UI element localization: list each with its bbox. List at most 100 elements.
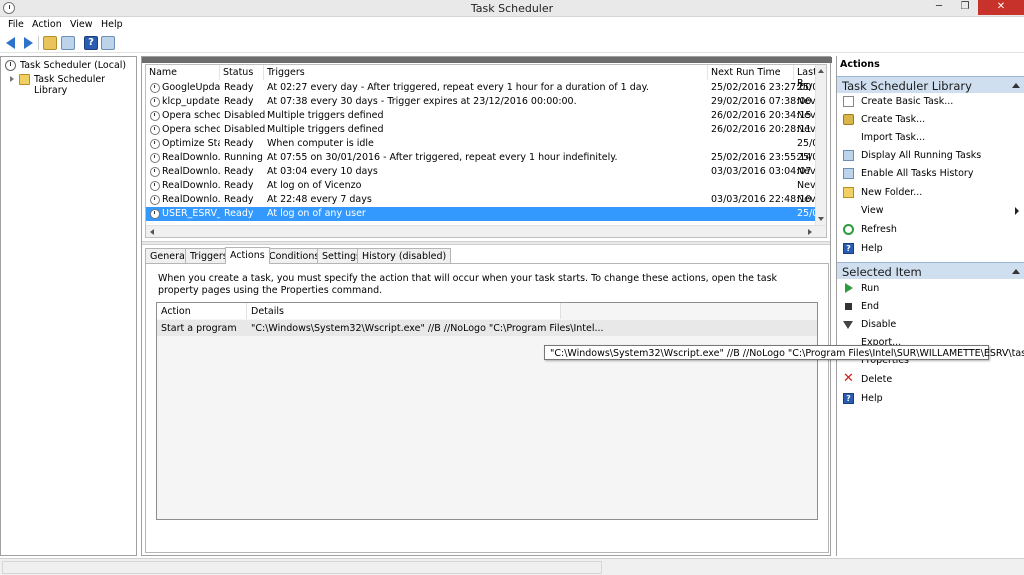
library-section-header[interactable]: Task Scheduler Library: [837, 76, 1024, 93]
task-icon: [843, 114, 854, 125]
expand-icon[interactable]: [10, 76, 14, 82]
table-row-selected[interactable]: USER_ESRV_... Ready At log on of any use…: [146, 207, 816, 221]
menu-bar: File Action View Help: [0, 17, 1024, 33]
new-folder-action[interactable]: New Folder...: [837, 185, 1024, 201]
enable-tasks-history-action[interactable]: Enable All Tasks History: [837, 166, 1024, 182]
column-name[interactable]: Name: [146, 65, 220, 80]
menu-file[interactable]: File: [8, 19, 24, 30]
folder-icon: [19, 74, 30, 85]
tab-actions[interactable]: Actions: [225, 247, 270, 264]
section-title: Selected Item: [842, 265, 922, 279]
create-basic-task-action[interactable]: Create Basic Task...: [837, 94, 1024, 110]
import-task-action[interactable]: Import Task...: [837, 130, 1024, 146]
column-details[interactable]: Details: [247, 303, 561, 319]
center-pane: Name Status Triggers Next Run Time Last …: [141, 56, 832, 556]
collapse-icon[interactable]: [1012, 83, 1020, 88]
table-row[interactable]: Opera sched... Disabled Multiple trigger…: [146, 109, 816, 123]
running-tasks-icon: [843, 150, 854, 161]
help-button[interactable]: ?: [84, 36, 98, 50]
task-clock-icon: [150, 181, 160, 191]
column-next-run[interactable]: Next Run Time: [708, 65, 794, 80]
table-row[interactable]: RealDownlo... Running At 07:55 on 30/01/…: [146, 151, 816, 165]
maximize-button[interactable]: ❐: [952, 0, 978, 15]
task-trigger: At 07:55 on 30/01/2016 - After triggered…: [267, 152, 618, 163]
table-row[interactable]: GoogleUpda... Ready At 02:27 every day -…: [146, 81, 816, 95]
task-status: Disabled: [224, 124, 266, 135]
show-hide-tree-button[interactable]: [61, 36, 75, 50]
selected-item-section-header[interactable]: Selected Item: [837, 262, 1024, 279]
minimize-button[interactable]: ─: [926, 0, 952, 15]
close-button[interactable]: ✕: [978, 0, 1024, 15]
task-last-run: 25/02: [797, 138, 816, 149]
up-folder-button[interactable]: [43, 36, 57, 50]
selected-help-action[interactable]: ? Help: [837, 391, 1024, 407]
task-status: Ready: [224, 138, 254, 149]
table-row[interactable]: RealDownlo... Ready At 03:04 every 10 da…: [146, 165, 816, 179]
tab-conditions[interactable]: Conditions: [264, 248, 325, 263]
collapse-icon[interactable]: [1012, 269, 1020, 274]
column-status[interactable]: Status: [220, 65, 264, 80]
task-status: Ready: [224, 96, 254, 107]
tree-item-label: Task Scheduler (Local): [20, 60, 127, 71]
scroll-up-icon[interactable]: [818, 69, 824, 73]
table-row[interactable]: klcp_update Ready At 07:38 every 30 days…: [146, 95, 816, 109]
refresh-icon: [843, 224, 854, 235]
disable-action[interactable]: Disable: [837, 317, 1024, 333]
run-action[interactable]: Run: [837, 281, 1024, 297]
task-list-vertical-scrollbar[interactable]: [815, 65, 826, 225]
task-list: Name Status Triggers Next Run Time Last …: [145, 64, 827, 238]
tree-item-local[interactable]: Task Scheduler (Local): [1, 59, 136, 73]
task-trigger: At 03:04 every 10 days: [267, 166, 378, 177]
task-last-run: 25/02: [797, 152, 816, 163]
menu-view[interactable]: View: [70, 19, 93, 30]
delete-action[interactable]: ✕ Delete: [837, 372, 1024, 388]
table-row[interactable]: Opera sched... Disabled Multiple trigger…: [146, 123, 816, 137]
end-action[interactable]: End: [837, 299, 1024, 315]
display-running-tasks-action[interactable]: Display All Running Tasks: [837, 148, 1024, 164]
back-button[interactable]: [4, 36, 18, 50]
action-label: Delete: [861, 374, 893, 385]
table-row[interactable]: Start a program "C:\Windows\System32\Wsc…: [157, 320, 817, 336]
task-trigger: At 07:38 every 30 days - Trigger expires…: [267, 96, 577, 107]
column-action[interactable]: Action: [157, 303, 247, 319]
task-last-run: Neve: [797, 124, 816, 135]
tab-history[interactable]: History (disabled): [357, 248, 452, 263]
view-action[interactable]: View: [837, 203, 1024, 219]
tree-item-library[interactable]: Task Scheduler Library: [1, 73, 136, 96]
task-trigger: At log on of Vicenzo: [267, 180, 362, 191]
task-last-run: Neve: [797, 180, 816, 191]
action-label: Refresh: [861, 224, 897, 235]
table-row[interactable]: Optimize Sta... Ready When computer is i…: [146, 137, 816, 151]
column-last-run[interactable]: Last R: [794, 65, 817, 89]
scroll-left-icon[interactable]: [150, 229, 154, 235]
scroll-right-icon[interactable]: [808, 229, 812, 235]
title-bar: Task Scheduler ─ ❐ ✕: [0, 0, 1024, 17]
task-trigger: At 02:27 every day - After triggered, re…: [267, 82, 649, 93]
refresh-action[interactable]: Refresh: [837, 222, 1024, 238]
pane-splitter[interactable]: [142, 241, 830, 245]
actions-grid: Action Details Start a program "C:\Windo…: [156, 302, 818, 520]
clock-icon: [5, 60, 16, 71]
window-title: Task Scheduler: [470, 2, 554, 15]
task-name: RealDownlo...: [162, 166, 220, 177]
column-triggers[interactable]: Triggers: [264, 65, 708, 80]
navigation-tree: Task Scheduler (Local) Task Scheduler Li…: [0, 56, 137, 556]
help-action[interactable]: ? Help: [837, 241, 1024, 257]
task-clock-icon: [150, 139, 160, 149]
scroll-down-icon[interactable]: [818, 217, 824, 221]
arrow-right-icon: [24, 37, 33, 49]
task-last-run: Neve: [797, 110, 816, 121]
action-label: Enable All Tasks History: [861, 168, 974, 179]
task-list-horizontal-scrollbar[interactable]: [146, 225, 826, 237]
menu-action[interactable]: Action: [32, 19, 62, 30]
menu-help[interactable]: Help: [101, 19, 123, 30]
create-task-action[interactable]: Create Task...: [837, 112, 1024, 128]
action-label: View: [861, 205, 884, 216]
table-row[interactable]: RealDownlo... Ready At log on of Vicenzo…: [146, 179, 816, 193]
action-label: Help: [861, 393, 883, 404]
show-hide-action-pane-button[interactable]: [101, 36, 115, 50]
forward-button[interactable]: [21, 36, 35, 50]
delete-icon: ✕: [843, 371, 854, 386]
table-row[interactable]: RealDownlo... Ready At 22:48 every 7 day…: [146, 193, 816, 207]
task-clock-icon: [150, 209, 160, 219]
